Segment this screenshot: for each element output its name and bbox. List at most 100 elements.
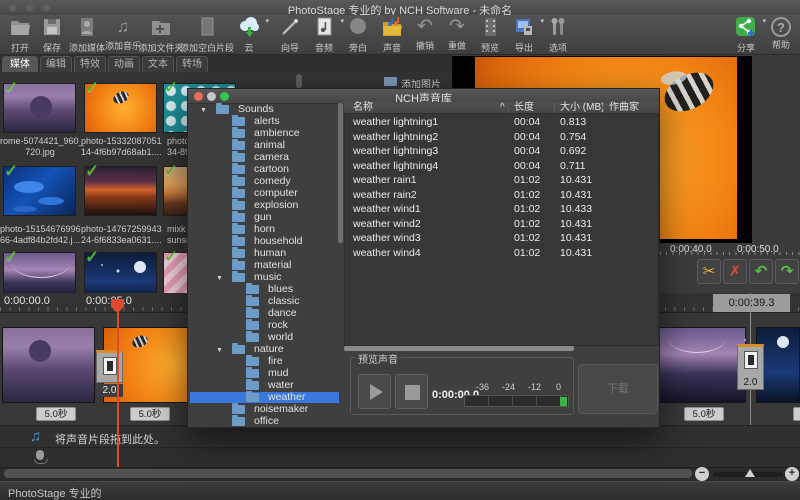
tree-item[interactable]: horn [190,224,336,235]
playhead-line[interactable] [117,299,119,467]
tree-item[interactable]: water [190,380,336,391]
media-panel-scrollbar[interactable] [296,74,302,88]
zoom-in-button[interactable]: + [785,467,799,481]
status-text: PhotoStage 专业的 [8,485,102,500]
add-picture-icon [384,77,397,86]
tab-edit[interactable]: 编辑 [40,56,72,72]
bee [658,65,720,119]
tree-item[interactable]: cartoon [190,164,336,175]
checkmark-icon: ✓ [85,164,99,178]
tab-effects[interactable]: 特效 [74,56,106,72]
checkmark-icon: ✓ [85,250,99,264]
tree-item[interactable]: human [190,248,336,259]
wizard-button[interactable]: 向导 [272,16,308,54]
redo-timeline-button[interactable]: ↷ [775,259,799,284]
timeline-clip-rome[interactable] [2,327,95,403]
transition-icon[interactable]: 2.0 [737,344,764,390]
cut-clip-button[interactable]: ✂ [697,259,721,284]
checkmark-icon: ✓ [4,164,18,178]
disclosure-triangle-icon[interactable]: ▼ [216,345,223,356]
tree-item-weather-selected[interactable]: weather [190,392,339,403]
tree-item[interactable]: household [190,236,336,247]
play-sound-button[interactable] [358,374,391,409]
tree-item[interactable]: fire [190,356,336,367]
sound-row[interactable]: weather lightning100:040.813 [345,115,658,129]
tree-item[interactable]: rock [190,320,336,331]
column-header-size[interactable]: 大小 (MB) [560,102,604,114]
zoom-out-button[interactable]: − [695,467,709,481]
tree-item[interactable]: dance [190,308,336,319]
tree-item[interactable]: computer [190,188,336,199]
preview-sound-label: 预览声音 [355,351,401,366]
undo-button[interactable]: ↶ 撤销 [408,16,442,54]
undo-icon: ↶ [417,16,433,37]
column-header-length[interactable]: 长度 [514,102,534,114]
tree-item[interactable]: ambience [190,128,336,139]
timeline-scrollbar-thumb[interactable] [4,469,692,478]
audio-button[interactable]: 音频 ▾ [306,16,342,54]
clip-duration-label: 5.0秒 [130,407,170,421]
tree-item[interactable]: material [190,260,336,271]
narration-track[interactable] [0,447,800,467]
microphone-icon [36,450,44,460]
redo-icon: ↷ [781,263,794,280]
meter-label: -12 [528,382,541,392]
tab-transitions[interactable]: 转场 [176,56,208,72]
disclosure-triangle-icon[interactable]: ▼ [200,105,207,116]
folder-icon [232,405,245,414]
add-blank-clip-button[interactable]: 添加空白片段 [178,16,236,54]
tree-item[interactable]: alerts [190,116,336,127]
tree-item[interactable]: classic [190,296,336,307]
disclosure-triangle-icon[interactable]: ▼ [216,273,223,284]
tree-item[interactable]: world [190,332,336,343]
preview-button[interactable]: 预览 [472,16,508,54]
delete-clip-button[interactable]: ✗ [723,259,747,284]
tab-animation[interactable]: 动画 [108,56,140,72]
help-button[interactable]: ? 帮助 [762,16,800,54]
tree-item[interactable]: comedy [190,176,336,187]
tab-media[interactable]: 媒体 [2,56,38,72]
sound-library-button[interactable]: 声音 [374,16,410,54]
window-titlebar[interactable]: PhotoStage 专业的 by NCH Software - 未命名 [0,0,800,15]
tree-item[interactable]: gun [190,212,336,223]
sound-row[interactable]: weather rain201:0210.431 [345,188,658,202]
preview-film-icon [478,30,502,40]
tree-item[interactable]: noisemaker [190,404,336,415]
redo-icon: ↷ [449,16,465,37]
stop-sound-button[interactable] [395,374,428,409]
sound-row[interactable]: weather wind301:0210.431 [345,231,658,245]
redo-button[interactable]: ↷ 重做 [440,16,474,54]
tree-item[interactable]: blues [190,284,336,295]
export-button[interactable]: 导出 ▾ [506,16,542,54]
download-button[interactable]: 下载 [578,364,658,414]
zoom-slider-thumb[interactable] [745,469,755,477]
tree-item[interactable]: camera [190,152,336,163]
sound-row[interactable]: weather wind201:0210.431 [345,217,658,231]
tree-item[interactable]: mud [190,368,336,379]
timeline-clip-bridge-dusk[interactable] [659,327,746,403]
undo-timeline-button[interactable]: ↶ [749,259,773,284]
column-header-composer[interactable]: 作曲家 [609,102,639,114]
sound-row[interactable]: weather rain101:0210.431 [345,173,658,187]
sound-row[interactable]: weather lightning300:040.692 [345,144,658,158]
tree-item[interactable]: explosion [190,200,336,211]
options-button[interactable]: 选项 [540,16,576,54]
tree-item-nature[interactable]: ▼nature [190,344,336,355]
sound-row[interactable]: weather lightning400:040.711 [345,159,658,173]
cloud-button[interactable]: 云 ▾ [231,16,267,54]
sound-row[interactable]: weather wind101:0210.433 [345,202,658,216]
column-header-name[interactable]: 名称 [353,102,373,114]
share-button[interactable]: 分享 ▾ [726,16,766,54]
chevron-down-icon[interactable]: ▾ [265,17,269,25]
tree-item[interactable]: animal [190,140,336,151]
sound-row[interactable]: weather wind401:0210.431 [345,246,658,260]
tree-item-sounds[interactable]: ▼Sounds [190,104,336,115]
tab-text[interactable]: 文本 [142,56,174,72]
tree-item-music[interactable]: ▼music [190,272,336,283]
sound-row[interactable]: weather lightning200:040.754 [345,130,658,144]
narration-button[interactable]: 旁白 [340,16,376,54]
tree-scrollbar[interactable] [338,103,343,243]
tree-item[interactable]: office [190,416,336,427]
play-icon [370,384,383,400]
folder-icon [232,189,245,198]
